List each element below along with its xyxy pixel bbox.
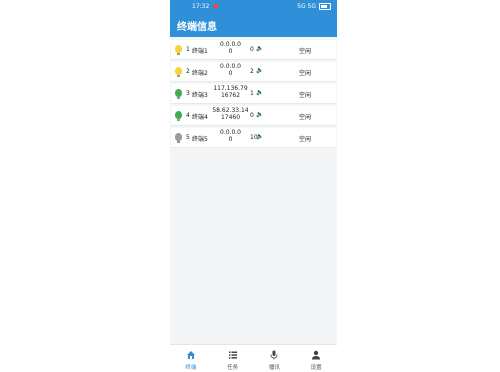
phone-screen: 17:32 5G 5G 终端信息 1 终端1 0.0.0.0 0 0 🔈 空闲 … bbox=[170, 0, 337, 372]
status-time: 17:32 bbox=[192, 3, 210, 10]
terminal-index: 2 bbox=[186, 68, 190, 75]
bulb-icon bbox=[175, 89, 182, 99]
page-title: 终端信息 bbox=[177, 21, 217, 33]
terminal-count: 0 bbox=[250, 46, 254, 53]
terminal-name: 终端2 bbox=[192, 70, 208, 77]
terminal-port: 0 bbox=[228, 136, 233, 143]
terminal-count: 2 bbox=[250, 68, 254, 75]
tab-label: 设置 bbox=[310, 365, 322, 371]
speaker-icon: 🔈 bbox=[256, 67, 264, 74]
terminal-status: 空闲 bbox=[299, 92, 312, 99]
battery-icon bbox=[319, 3, 331, 10]
signal-text: 5G 5G bbox=[297, 3, 316, 10]
terminal-status: 空闲 bbox=[299, 114, 312, 121]
speaker-icon: 🔈 bbox=[256, 111, 264, 118]
tab-label: 播讯 bbox=[268, 365, 280, 371]
terminal-ip: 117.136.79 bbox=[213, 85, 248, 92]
terminal-address: 117.136.79 16762 bbox=[212, 85, 249, 99]
terminal-name: 终端1 bbox=[192, 48, 208, 55]
terminal-ip: 0.0.0.0 bbox=[220, 41, 241, 48]
terminal-address: 0.0.0.0 0 bbox=[212, 129, 249, 143]
terminal-count: 1 bbox=[250, 90, 254, 97]
tab-terminal[interactable]: 终端 bbox=[170, 345, 212, 372]
terminal-port: 17460 bbox=[220, 114, 241, 121]
tab-label: 任务 bbox=[227, 365, 239, 371]
terminal-row[interactable]: 5 终端5 0.0.0.0 0 10 🔈 空闲 bbox=[171, 128, 336, 148]
terminal-ip: 0.0.0.0 bbox=[220, 129, 241, 136]
notification-icon bbox=[213, 4, 218, 8]
terminal-name: 终端5 bbox=[192, 136, 208, 143]
terminal-status: 空闲 bbox=[299, 48, 312, 55]
list-icon bbox=[228, 351, 237, 359]
status-bar: 17:32 5G 5G bbox=[170, 0, 337, 13]
terminal-count: 0 bbox=[250, 112, 254, 119]
terminal-address: 0.0.0.0 0 bbox=[212, 63, 249, 77]
terminal-name: 终端4 bbox=[192, 114, 208, 121]
terminal-index: 5 bbox=[186, 134, 190, 141]
bulb-icon bbox=[175, 133, 182, 143]
terminal-row[interactable]: 3 终端3 117.136.79 16762 1 🔈 空闲 bbox=[171, 84, 336, 104]
terminal-index: 1 bbox=[186, 46, 190, 53]
app-bar: 终端信息 bbox=[170, 13, 337, 37]
terminal-status: 空闲 bbox=[299, 136, 312, 143]
terminal-row[interactable]: 2 终端2 0.0.0.0 0 2 🔈 空闲 bbox=[171, 62, 336, 82]
tab-tasks[interactable]: 任务 bbox=[212, 345, 254, 372]
bulb-icon bbox=[175, 45, 182, 55]
speaker-icon: 🔈 bbox=[256, 89, 264, 96]
terminal-status: 空闲 bbox=[299, 70, 312, 77]
terminal-address: 0.0.0.0 0 bbox=[212, 41, 249, 55]
tab-settings[interactable]: 设置 bbox=[295, 345, 337, 372]
terminal-ip: 58.62.33.14 bbox=[212, 107, 249, 114]
terminal-port: 16762 bbox=[220, 92, 241, 99]
bulb-icon bbox=[175, 111, 182, 121]
terminal-index: 4 bbox=[186, 112, 190, 119]
terminal-row[interactable]: 4 终端4 58.62.33.14 17460 0 🔈 空闲 bbox=[171, 106, 336, 126]
speaker-icon: 🔈 bbox=[256, 45, 264, 52]
terminal-index: 3 bbox=[186, 90, 190, 97]
person-icon bbox=[312, 350, 321, 360]
terminal-port: 0 bbox=[228, 70, 233, 77]
terminal-row[interactable]: 1 终端1 0.0.0.0 0 0 🔈 空闲 bbox=[171, 40, 336, 60]
speaker-icon: 🔈 bbox=[256, 133, 264, 140]
mic-icon bbox=[270, 350, 278, 360]
status-right: 5G 5G bbox=[297, 3, 331, 10]
terminal-port: 0 bbox=[228, 48, 233, 55]
terminal-list: 1 终端1 0.0.0.0 0 0 🔈 空闲 2 终端2 0.0.0.0 0 2… bbox=[170, 37, 337, 148]
home-icon bbox=[186, 351, 195, 359]
tab-broadcast[interactable]: 播讯 bbox=[254, 345, 296, 372]
terminal-name: 终端3 bbox=[192, 92, 208, 99]
bulb-icon bbox=[175, 67, 182, 77]
terminal-ip: 0.0.0.0 bbox=[220, 63, 241, 70]
tab-label: 终端 bbox=[185, 365, 197, 371]
terminal-address: 58.62.33.14 17460 bbox=[212, 107, 249, 121]
bottom-nav: 终端 任务 播讯 设置 bbox=[170, 344, 337, 372]
